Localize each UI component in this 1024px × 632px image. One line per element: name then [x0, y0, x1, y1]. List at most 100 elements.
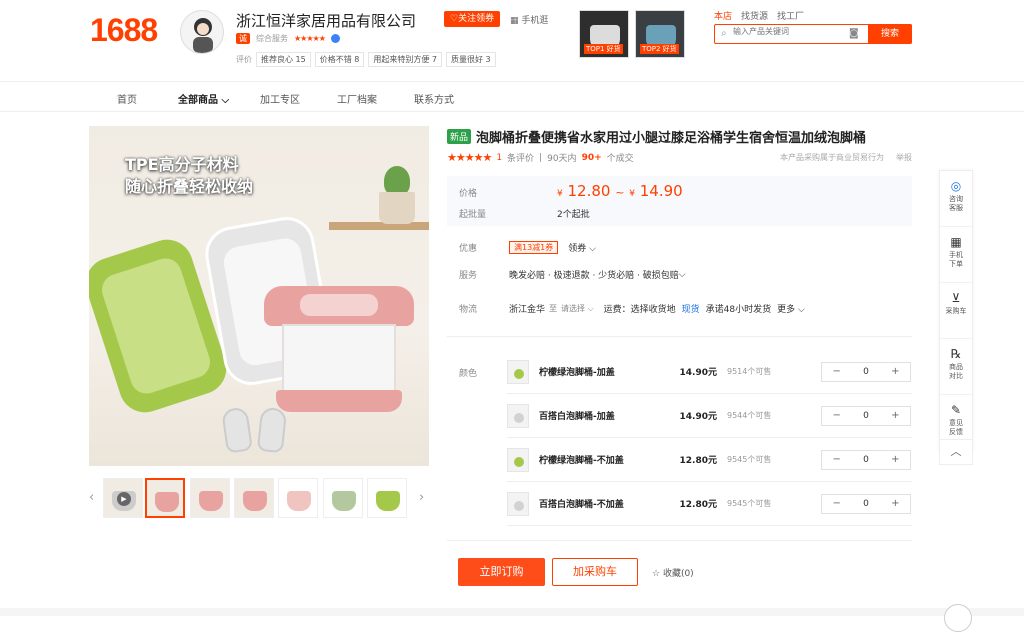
ship-promise: 承诺48小时发货 [705, 305, 772, 315]
favorite-button[interactable]: ☆ 收藏(0) [652, 566, 694, 579]
report-link[interactable]: 举报 [896, 152, 912, 163]
top-product-thumb-1[interactable]: TOP1 好货 [579, 10, 629, 58]
sub-right: 本产品采购属于商业贸易行为 举报 [780, 152, 912, 163]
destination-select[interactable]: 请选择 ⌵ [561, 303, 594, 314]
pot-decor [379, 192, 415, 224]
chevron-down-icon: ⌵ [587, 304, 594, 313]
quantity-value[interactable]: 0 [851, 367, 880, 377]
chevron-left-icon[interactable]: ‹ [89, 490, 94, 505]
minus-button[interactable]: − [822, 454, 851, 465]
quantity-value[interactable]: 0 [851, 499, 880, 509]
quantity-stepper: − 0 + [821, 493, 911, 514]
price-box: 价格 ¥ 12.80 ~ ¥ 14.90 起批量 2个起批 [447, 176, 912, 226]
sku-image[interactable] [507, 359, 529, 384]
mobile-link[interactable]: ▦ 手机逛 [510, 13, 548, 26]
nav-contact[interactable]: 联系方式 [414, 91, 454, 106]
review-tags: 评价 推荐良心 15 价格不错 8 用起来特别方便 7 质量很好 3 [236, 52, 496, 67]
nav-factory[interactable]: 工厂档案 [337, 91, 377, 106]
sku-stock: 9545个可售 [727, 455, 772, 464]
main-product-image[interactable]: TPE高分子材料 随心折叠轻松收纳 [89, 126, 429, 466]
review-count[interactable]: 1 [496, 153, 502, 163]
thumbnail[interactable] [234, 478, 274, 518]
chevron-down-icon: ⌵ [589, 244, 596, 254]
search-tab-shop[interactable]: 本店 [714, 9, 732, 22]
review-tag[interactable]: 推荐良心 15 [256, 52, 311, 67]
thumbnail[interactable] [323, 478, 363, 518]
search-input[interactable] [733, 27, 843, 36]
add-to-cart-button[interactable]: 加采购车 [552, 558, 638, 586]
thumbnail[interactable] [145, 478, 185, 518]
thumbnail[interactable] [190, 478, 230, 518]
follow-button[interactable]: ♡关注领券 [444, 11, 501, 27]
plus-button[interactable]: + [881, 454, 910, 465]
chevron-right-icon[interactable]: › [419, 490, 424, 505]
search-tab-factory[interactable]: 找工厂 [777, 9, 804, 22]
product-title: 泡脚桶折叠便携省水家用过小腿过膝足浴桶学生宿舍恒温加绒泡脚桶 [476, 131, 867, 146]
floating-action-button[interactable] [944, 604, 972, 632]
shop-name[interactable]: 浙江恒洋家居用品有限公司 [236, 10, 416, 31]
sku-image[interactable] [507, 491, 529, 516]
review-tag[interactable]: 用起来特别方便 7 [368, 52, 443, 67]
site-logo[interactable]: 1688 [90, 12, 158, 49]
sku-price: 14.90元 [679, 368, 717, 378]
price-high: 14.90 [639, 182, 683, 200]
sku-price: 12.80元 [679, 500, 717, 510]
thumbnail[interactable] [278, 478, 318, 518]
quantity-value[interactable]: 0 [851, 411, 880, 421]
quantity-value[interactable]: 0 [851, 455, 880, 465]
edit-icon: ✎ [950, 403, 962, 417]
service-guarantees[interactable]: 晚发必赔 · 极速退款 · 少货必赔 · 破损包赔 [509, 268, 679, 281]
sku-stock: 9545个可售 [727, 499, 772, 508]
logistics-row: 物流 浙江金华 至 请选择 ⌵ 运费：选择收货地 现货 承诺48小时发货 更多 … [459, 302, 805, 315]
composite-label: 综合服务 [256, 34, 288, 43]
minus-button[interactable]: − [822, 410, 851, 421]
moq-value: 2个起批 [557, 210, 590, 220]
sku-name: 百搭白泡脚桶-加盖 [539, 412, 615, 422]
back-to-top-button[interactable]: ︿ [939, 439, 973, 465]
chevron-down-icon[interactable]: ⌵ [404, 12, 412, 26]
product-subinfo: ★★★★★ 1 条评价 | 90天内 90+ 个成交 本产品采购属于商业贸易行为… [447, 151, 912, 164]
minus-button[interactable]: − [822, 366, 851, 377]
thumbnail-video[interactable]: ▶ [103, 478, 143, 518]
new-badge: 新品 [447, 129, 472, 144]
coupon-tag[interactable]: 满13减1券 [509, 241, 559, 254]
composite-stars: ★★★★★ [294, 34, 326, 43]
sidebar-item-cart[interactable]: ⊻ 采购车 [940, 283, 972, 339]
star-icon: ☆ [652, 569, 663, 579]
freight-text[interactable]: 运费：选择收货地 [604, 302, 676, 315]
camera-icon[interactable]: ◙ [849, 28, 859, 39]
sidebar-item-compare[interactable]: ℞ 商品 对比 [940, 339, 972, 395]
review-tag[interactable]: 价格不错 8 [314, 52, 365, 67]
plus-button[interactable]: + [881, 366, 910, 377]
sku-stock: 9514个可售 [727, 367, 772, 376]
product-title-row: 新品 泡脚桶折叠便携省水家用过小腿过膝足浴桶学生宿舍恒温加绒泡脚桶 [447, 127, 912, 146]
plus-button[interactable]: + [881, 498, 910, 509]
plus-button[interactable]: + [881, 410, 910, 421]
sidebar-item-mobile[interactable]: ▦ 手机 下单 [940, 227, 972, 283]
nav-all-products[interactable]: 全部商品 ⌵ [178, 91, 229, 106]
quantity-stepper: − 0 + [821, 449, 911, 470]
compare-icon: ℞ [950, 347, 962, 361]
review-suffix: 条评价 [507, 154, 535, 164]
shop-avatar[interactable] [180, 10, 224, 54]
top-rank-label: TOP2 好货 [640, 44, 679, 54]
nav-home[interactable]: 首页 [117, 91, 137, 106]
minus-button[interactable]: − [822, 498, 851, 509]
headset-icon: ◎ [950, 179, 962, 193]
sku-price: 12.80元 [679, 456, 717, 466]
more-link[interactable]: 更多 ⌵ [777, 302, 805, 315]
search-tab-source[interactable]: 找货源 [741, 9, 768, 22]
sku-image[interactable] [507, 447, 529, 472]
review-tag[interactable]: 质量很好 3 [446, 52, 496, 67]
buy-now-button[interactable]: 立即订购 [458, 558, 545, 586]
search-tabs: 本店 找货源 找工厂 [714, 9, 804, 22]
top-product-thumb-2[interactable]: TOP2 好货 [635, 10, 685, 58]
thumbnail[interactable] [367, 478, 407, 518]
nav-processing[interactable]: 加工专区 [260, 91, 300, 106]
sidebar-item-service[interactable]: ◎ 咨询 客服 [940, 171, 972, 227]
search-button[interactable]: 搜索 [868, 24, 912, 44]
chevron-down-icon[interactable]: ⌵ [679, 270, 686, 280]
cheng-badge: 诚 [236, 33, 250, 44]
sku-image[interactable] [507, 403, 529, 428]
get-coupon-link[interactable]: 领券 ⌵ [568, 241, 596, 254]
